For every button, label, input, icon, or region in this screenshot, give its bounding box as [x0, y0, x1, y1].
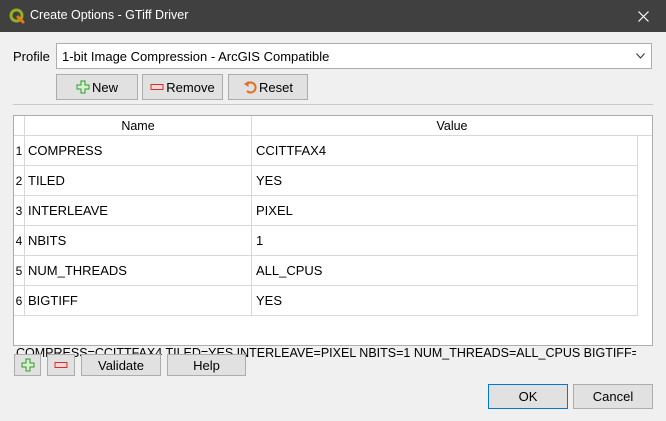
option-name-cell[interactable]: COMPRESS [25, 136, 252, 166]
close-button[interactable] [620, 0, 666, 32]
remove-option-button[interactable] [47, 354, 75, 376]
window-title: Create Options - GTiff Driver [30, 8, 189, 22]
option-value-cell[interactable]: YES [252, 286, 638, 316]
option-value-cell[interactable]: 1 [252, 226, 638, 256]
reset-profile-button[interactable]: Reset [228, 74, 308, 100]
option-value-cell[interactable]: CCITTFAX4 [252, 136, 638, 166]
cancel-label: Cancel [592, 389, 634, 404]
add-icon [21, 358, 34, 372]
cancel-button[interactable]: Cancel [573, 384, 653, 409]
validate-button[interactable]: Validate [81, 354, 161, 376]
option-name-cell[interactable]: INTERLEAVE [25, 196, 252, 226]
close-icon [637, 10, 649, 22]
ok-button[interactable]: OK [488, 384, 568, 409]
option-name-cell[interactable]: NUM_THREADS [25, 256, 252, 286]
profile-selected-value: 1-bit Image Compression - ArcGIS Compati… [62, 48, 330, 64]
new-profile-button[interactable]: New [56, 74, 138, 100]
help-label: Help [193, 357, 220, 373]
remove-label: Remove [166, 79, 215, 95]
row-number: 1 [14, 136, 25, 166]
table-corner [14, 116, 25, 136]
option-value-cell[interactable]: PIXEL [252, 196, 638, 226]
add-option-button[interactable] [14, 354, 41, 376]
ok-label: OK [518, 389, 538, 404]
column-header-name[interactable]: Name [25, 116, 252, 136]
options-table: Name Value 1 COMPRESS CCITTFAX4 2 TILED … [13, 115, 653, 346]
help-button[interactable]: Help [167, 354, 246, 376]
option-name-cell[interactable]: TILED [25, 166, 252, 196]
reset-label: Reset [259, 79, 293, 95]
remove-icon [150, 84, 164, 90]
qgis-logo-icon [9, 8, 25, 24]
row-number: 2 [14, 166, 25, 196]
table-row: 6 BIGTIFF YES [14, 286, 652, 316]
add-icon [76, 80, 90, 94]
option-name-cell[interactable]: BIGTIFF [25, 286, 252, 316]
table-row: 1 COMPRESS CCITTFAX4 [14, 136, 652, 166]
option-name-cell[interactable]: NBITS [25, 226, 252, 256]
remove-icon [54, 362, 68, 368]
column-header-value[interactable]: Value [252, 116, 652, 136]
table-row: 2 TILED YES [14, 166, 652, 196]
title-bar: Create Options - GTiff Driver [0, 0, 666, 32]
table-row: 3 INTERLEAVE PIXEL [14, 196, 652, 226]
validate-label: Validate [97, 357, 144, 373]
table-row: 4 NBITS 1 [14, 226, 652, 256]
option-value-cell[interactable]: YES [252, 166, 638, 196]
row-number: 6 [14, 286, 25, 316]
profile-dropdown[interactable]: 1-bit Image Compression - ArcGIS Compati… [56, 43, 652, 69]
row-number: 3 [14, 196, 25, 226]
table-row: 5 NUM_THREADS ALL_CPUS [14, 256, 652, 286]
profile-label: Profile [13, 49, 50, 64]
undo-icon [244, 81, 257, 94]
separator [13, 104, 653, 105]
row-number: 4 [14, 226, 25, 256]
remove-profile-button[interactable]: Remove [142, 74, 223, 100]
new-label: New [91, 79, 118, 95]
option-value-cell[interactable]: ALL_CPUS [252, 256, 638, 286]
row-number: 5 [14, 256, 25, 286]
chevron-down-icon [636, 53, 645, 59]
